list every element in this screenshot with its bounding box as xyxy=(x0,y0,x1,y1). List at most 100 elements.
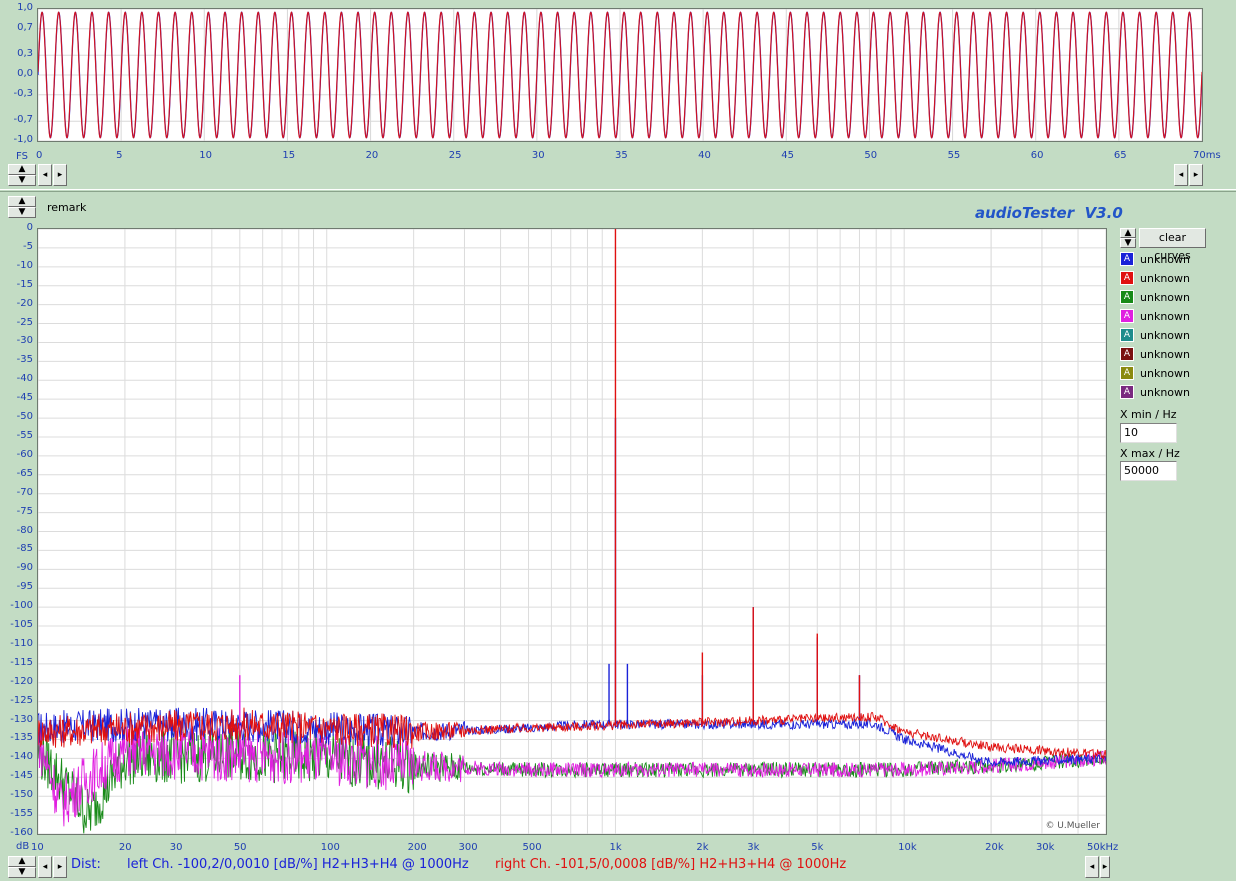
spectrum-y-tick: -40 xyxy=(16,373,33,385)
legend-item[interactable]: Aunknown xyxy=(1120,345,1190,363)
curve-color-swatch[interactable]: A xyxy=(1120,366,1134,380)
curve-color-swatch[interactable]: A xyxy=(1120,271,1134,285)
spectrum-scroll-right-button-right[interactable]: ▸ xyxy=(1100,856,1110,878)
spectrum-y-tick: -75 xyxy=(16,505,33,517)
spectrum-y-tick: -85 xyxy=(16,543,33,555)
waveform-x-tick: 30 xyxy=(531,150,545,161)
curve-color-swatch[interactable]: A xyxy=(1120,347,1134,361)
legend-label: unknown xyxy=(1140,385,1190,399)
legend-label: unknown xyxy=(1140,271,1190,285)
spectrum-scroll-left-button[interactable]: ◂ xyxy=(38,856,52,878)
left-channel-distortion: left Ch. -100,2/0,0010 [dB/%] H2+H3+H4 @… xyxy=(127,857,469,872)
curve-color-swatch[interactable]: A xyxy=(1120,328,1134,342)
spectrum-x-tick: 10 xyxy=(31,842,44,853)
legend-item[interactable]: Aunknown xyxy=(1120,250,1190,268)
waveform-y-tick: 1,0 xyxy=(17,2,33,13)
spectrum-x-tick: 10k xyxy=(898,842,917,853)
waveform-y-tick: 0,0 xyxy=(17,68,33,79)
spectrum-y-tick: -65 xyxy=(16,467,33,479)
xmin-input[interactable]: 10 xyxy=(1120,423,1177,443)
waveform-plot xyxy=(37,8,1203,142)
spectrum-scroll-right-button[interactable]: ▸ xyxy=(53,856,67,878)
waveform-y-tick: -0,3 xyxy=(13,87,33,99)
waveform-x-tick: 60 xyxy=(1030,150,1044,161)
waveform-x-tick: 70ms xyxy=(1193,150,1221,161)
legend-item[interactable]: Aunknown xyxy=(1120,383,1190,401)
spectrum-x-tick: 3k xyxy=(747,842,760,853)
spectrum-y-tick: -25 xyxy=(16,316,33,328)
waveform-y-tick: -1,0 xyxy=(13,134,33,145)
waveform-x-tick: 10 xyxy=(199,150,213,161)
spectrum-x-tick: 30k xyxy=(1035,842,1055,853)
spectrum-y-tick: -130 xyxy=(10,713,33,725)
spin-up-button[interactable]: ▲ xyxy=(8,856,36,867)
spectrum-plot: © U.Mueller xyxy=(37,228,1107,835)
spectrum-y-tick: -10 xyxy=(16,259,33,271)
spectrum-x-tick: 20k xyxy=(985,842,1004,853)
waveform-scroll-right-button[interactable]: ▸ xyxy=(53,164,67,186)
spectrum-x-tick: 100 xyxy=(320,842,340,853)
waveform-y-unit: FS xyxy=(16,151,28,162)
dist-label: Dist: xyxy=(71,857,101,872)
spectrum-y-tick: -15 xyxy=(16,278,33,290)
clear-curves-button[interactable]: clear curves xyxy=(1139,228,1206,262)
spectrum-y-tick: -140 xyxy=(10,751,33,763)
spectrum-y-tick: -45 xyxy=(16,392,33,404)
xmax-label: X max / Hz xyxy=(1120,447,1180,460)
legend-item[interactable]: Aunknown xyxy=(1120,307,1190,325)
spectrum-y-tick: -150 xyxy=(10,789,33,801)
spin-up-button[interactable]: ▲ xyxy=(1120,228,1136,238)
spin-down-button[interactable]: ▼ xyxy=(8,207,36,218)
waveform-x-tick: 45 xyxy=(781,150,795,161)
spectrum-remark-spinner[interactable]: ▲ ▼ xyxy=(8,196,36,218)
spin-up-button[interactable]: ▲ xyxy=(8,164,36,175)
spectrum-x-tick: 300 xyxy=(458,842,478,853)
legend-label: unknown xyxy=(1140,252,1190,266)
waveform-x-tick: 25 xyxy=(448,150,462,161)
spin-down-button[interactable]: ▼ xyxy=(8,175,36,186)
xmax-input[interactable]: 50000 xyxy=(1120,461,1177,481)
spectrum-series-line xyxy=(38,727,1106,834)
status-spinner[interactable]: ▲ ▼ xyxy=(8,856,36,878)
spectrum-x-tick: 30 xyxy=(169,842,183,853)
panel-splitter[interactable] xyxy=(0,189,1236,192)
curve-color-swatch[interactable]: A xyxy=(1120,385,1134,399)
legend-label: unknown xyxy=(1140,290,1190,304)
spin-down-button[interactable]: ▼ xyxy=(8,867,36,878)
waveform-x-tick: 20 xyxy=(365,150,379,161)
spectrum-x-tick: 2k xyxy=(696,842,709,853)
spectrum-y-tick: -60 xyxy=(16,448,33,460)
waveform-y-tick: 0,7 xyxy=(17,21,33,33)
spin-up-button[interactable]: ▲ xyxy=(8,196,36,207)
waveform-x-tick: 50 xyxy=(864,150,878,161)
curve-select-spinner[interactable]: ▲ ▼ xyxy=(1120,228,1136,248)
legend-item[interactable]: Aunknown xyxy=(1120,288,1190,306)
curve-color-swatch[interactable]: A xyxy=(1120,290,1134,304)
legend-label: unknown xyxy=(1140,309,1190,323)
spectrum-y-tick: -50 xyxy=(16,411,33,423)
waveform-x-tick: 0 xyxy=(36,150,43,161)
waveform-y-tick: -0,7 xyxy=(13,114,33,126)
spectrum-y-tick: -20 xyxy=(16,297,33,309)
waveform-x-tick: 5 xyxy=(116,150,123,161)
app-title: audioTester V3.0 xyxy=(975,204,1123,222)
curve-color-swatch[interactable]: A xyxy=(1120,252,1134,266)
legend-item[interactable]: Aunknown xyxy=(1120,364,1190,382)
spectrum-x-tick: 500 xyxy=(522,842,542,853)
curve-color-swatch[interactable]: A xyxy=(1120,309,1134,323)
spectrum-y-tick: -90 xyxy=(16,562,33,574)
spin-down-button[interactable]: ▼ xyxy=(1120,238,1136,248)
waveform-zoom-spinner[interactable]: ▲ ▼ xyxy=(8,164,36,186)
right-channel-distortion: right Ch. -101,5/0,0008 [dB/%] H2+H3+H4 … xyxy=(495,857,847,872)
spectrum-y-tick: -115 xyxy=(10,656,33,668)
spectrum-x-tick: 50kHz xyxy=(1087,842,1119,853)
legend-label: unknown xyxy=(1140,366,1190,380)
waveform-scroll-left-button-right[interactable]: ◂ xyxy=(1174,164,1188,186)
spectrum-y-tick: -125 xyxy=(10,694,33,706)
spectrum-scroll-left-button-right[interactable]: ◂ xyxy=(1085,856,1099,878)
waveform-scroll-left-button[interactable]: ◂ xyxy=(38,164,52,186)
legend-item[interactable]: Aunknown xyxy=(1120,326,1190,344)
spectrum-y-unit: dB xyxy=(16,841,30,852)
legend-item[interactable]: Aunknown xyxy=(1120,269,1190,287)
waveform-scroll-right-button-right[interactable]: ▸ xyxy=(1189,164,1203,186)
